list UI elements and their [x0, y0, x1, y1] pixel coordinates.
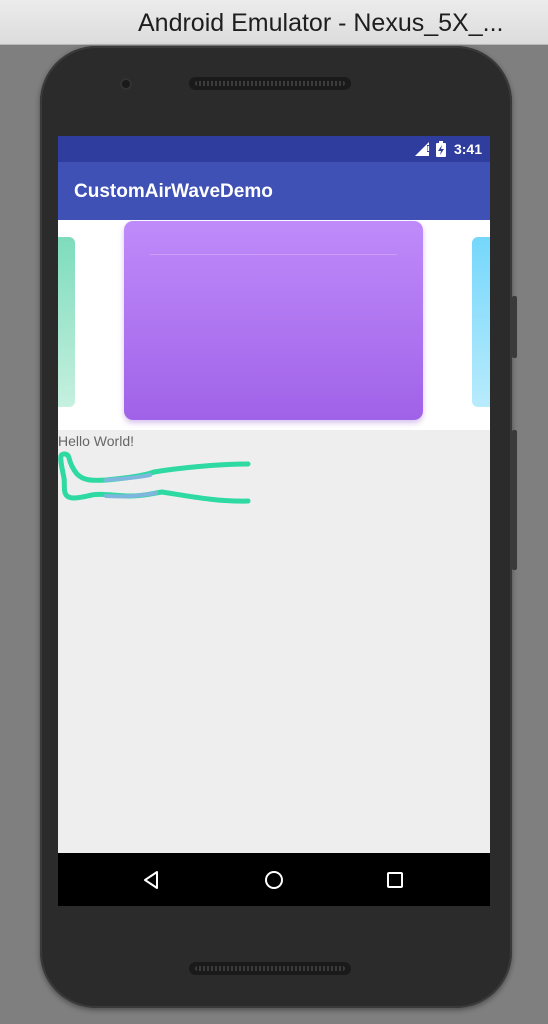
app-bar: CustomAirWaveDemo [58, 162, 490, 220]
volume-button[interactable] [512, 430, 517, 570]
card-divider [150, 254, 397, 255]
window-title: Android Emulator - Nexus_5X_... [138, 9, 504, 37]
bottom-speaker-grille [189, 962, 351, 975]
air-wave-drawing [58, 451, 251, 504]
hello-text: Hello World! [58, 433, 134, 449]
battery-charging-icon [435, 141, 446, 157]
emulator-title-bar: Android Emulator - Nexus_5X_... [0, 0, 548, 45]
back-button[interactable] [138, 866, 166, 894]
device-screen: 3:41 CustomAirWaveDemo Hello World! [58, 136, 490, 906]
back-icon [144, 871, 158, 889]
status-time: 3:41 [453, 141, 482, 157]
navigation-bar [58, 853, 490, 906]
home-icon [265, 871, 283, 889]
home-button[interactable] [260, 866, 288, 894]
status-bar: 3:41 [58, 136, 490, 162]
card-carousel[interactable] [58, 220, 490, 430]
top-speaker-grille [189, 77, 351, 90]
card-current[interactable] [124, 221, 423, 420]
recents-icon [387, 872, 403, 888]
front-camera [120, 78, 132, 90]
card-previous[interactable] [58, 237, 75, 407]
signal-icon [414, 142, 430, 156]
card-next[interactable] [472, 237, 490, 407]
power-button[interactable] [512, 296, 517, 358]
recents-button[interactable] [381, 866, 409, 894]
app-title: CustomAirWaveDemo [74, 181, 273, 202]
